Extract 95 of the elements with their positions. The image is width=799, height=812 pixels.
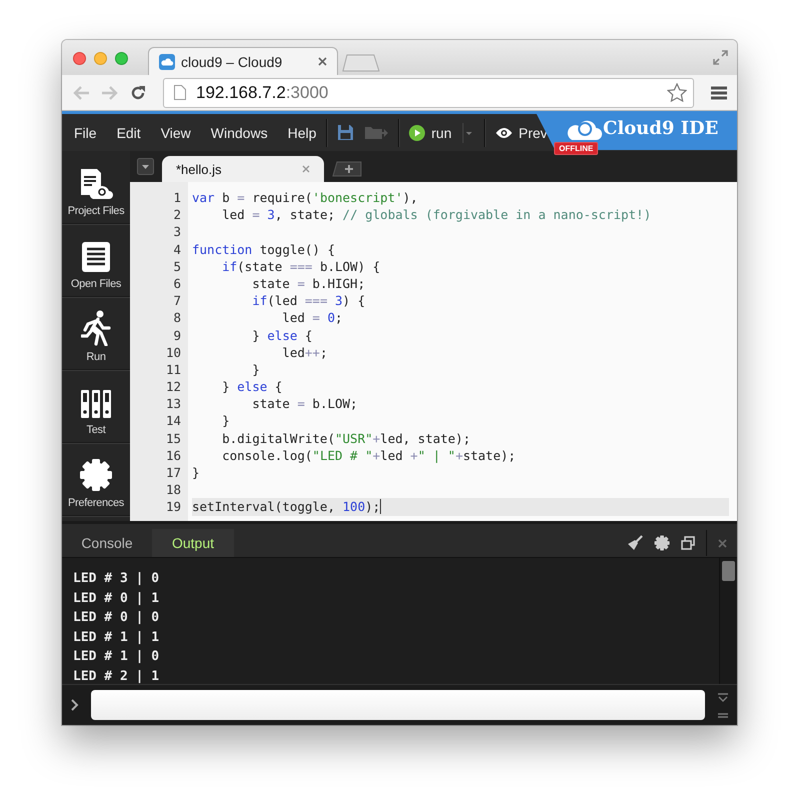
line-number: 1 [172, 189, 181, 206]
menu-item[interactable]: Windows [210, 124, 268, 140]
line-number: 7 [172, 292, 181, 310]
fullscreen-icon[interactable] [713, 50, 728, 65]
code-line: led = 0; [281, 309, 343, 327]
console-tab[interactable]: Console [66, 529, 148, 557]
line-number: 18 [164, 481, 181, 498]
line-number: 17 [164, 464, 181, 482]
scrollbar-thumb[interactable] [722, 561, 735, 581]
text-cursor [380, 499, 382, 514]
list-icon [81, 241, 111, 273]
file-tab[interactable]: *hello.js [162, 156, 324, 182]
scrollbar[interactable] [719, 558, 737, 684]
line-number: 14 [164, 412, 181, 430]
code-line: led = 3, state; // globals (forgivable in a nano-script!) [221, 206, 652, 224]
output-line: LED # 3 | 0 [73, 570, 160, 588]
save-icon[interactable] [337, 124, 354, 141]
menu-icon[interactable] [711, 86, 727, 100]
line-number: 19 [164, 498, 181, 516]
line-number: 16 [164, 446, 181, 464]
menu-item[interactable]: File [74, 124, 97, 140]
close-icon[interactable] [718, 538, 727, 548]
close-icon[interactable] [318, 57, 327, 66]
cloud-favicon-icon [159, 54, 175, 70]
preview-button[interactable]: Prev [494, 124, 548, 140]
zoom-window-icon[interactable] [115, 52, 128, 65]
address-bar[interactable]: 192.168.7.2:3000 [163, 78, 694, 108]
tab-title: cloud9 – Cloud9 [181, 54, 284, 70]
eye-icon [494, 126, 513, 138]
gear-icon [79, 458, 113, 492]
line-number: 2 [172, 206, 181, 224]
line-number: 8 [172, 309, 181, 326]
line-number: 10 [164, 344, 181, 361]
close-window-icon[interactable] [73, 52, 86, 65]
browser-tab[interactable]: cloud9 – Cloud9 [148, 47, 338, 75]
url-port: :3000 [286, 82, 328, 102]
line-number: 5 [172, 258, 181, 275]
line-number: 12 [164, 378, 181, 396]
running-figure-icon [81, 310, 111, 346]
broom-icon[interactable] [627, 535, 643, 551]
output-line: LED # 0 | 1 [73, 590, 160, 608]
page-icon [174, 85, 186, 100]
code-line: } [192, 464, 200, 482]
output-line: LED # 1 | 0 [73, 648, 160, 666]
code-line: state = b.LOW; [251, 395, 358, 412]
code-line: b.digitalWrite("USR"+led, state); [221, 430, 470, 447]
url-host: 192.168.7.2 [196, 82, 286, 102]
line-number: 6 [172, 274, 181, 292]
file-cloud-icon [79, 168, 113, 200]
star-icon[interactable] [667, 83, 687, 102]
output-line: LED # 2 | 1 [73, 668, 160, 684]
code-line: } [221, 412, 230, 430]
code-line: state = b.HIGH; [251, 274, 366, 292]
chevron-icon [71, 699, 79, 711]
close-icon[interactable] [302, 165, 310, 173]
dropdown-button[interactable] [137, 158, 154, 175]
caret-icon[interactable] [462, 122, 474, 142]
line-number: 4 [172, 240, 181, 258]
code-line: } else { [251, 326, 312, 344]
console-tab[interactable]: Output [152, 529, 234, 557]
play-icon [409, 124, 426, 140]
code-line: led++; [281, 344, 328, 361]
settings-icon[interactable] [654, 535, 670, 551]
folder-arrow-icon[interactable] [364, 124, 388, 141]
reload-icon[interactable] [130, 84, 146, 100]
line-number: 3 [172, 223, 181, 241]
menu-item[interactable]: View [160, 124, 191, 140]
minimize-window-icon[interactable] [94, 52, 107, 65]
code-line: setInterval(toggle, 100); [192, 498, 380, 516]
line-number: 9 [172, 326, 181, 344]
new-file-tab-button[interactable] [332, 161, 362, 177]
menu-item[interactable]: Help [288, 124, 316, 140]
offline-badge: OFFLINE [554, 142, 598, 155]
line-number: 15 [164, 430, 181, 447]
code-line: var b = require('bonescript'), [192, 189, 418, 206]
code-line: console.log("LED # "+led +" | "+state); [221, 446, 516, 464]
command-input[interactable] [91, 690, 705, 720]
logo-text: Cloud9 IDE [603, 118, 718, 139]
sidebar-item[interactable]: Open Files [62, 224, 130, 297]
code-line: if(state === b.LOW) { [221, 258, 380, 275]
menu-item[interactable]: Edit [116, 124, 141, 140]
line-number: 11 [164, 360, 181, 378]
output-line: LED # 0 | 0 [73, 609, 160, 627]
restore-icon[interactable] [681, 536, 695, 550]
line-number: 13 [164, 395, 181, 412]
sidebar-item[interactable]: Preferences [62, 443, 130, 516]
run-button[interactable]: run [409, 124, 452, 140]
sidebar-item[interactable]: Test [62, 370, 130, 443]
output-line: LED # 1 | 1 [73, 628, 160, 646]
sidebar-item[interactable]: Project Files [62, 151, 130, 224]
code-line: } else { [221, 378, 282, 396]
new-tab-button[interactable] [342, 54, 380, 72]
code-line: } [251, 360, 260, 378]
code-line: if(led === 3) { [251, 292, 366, 310]
code-line: function toggle() { [192, 240, 336, 258]
